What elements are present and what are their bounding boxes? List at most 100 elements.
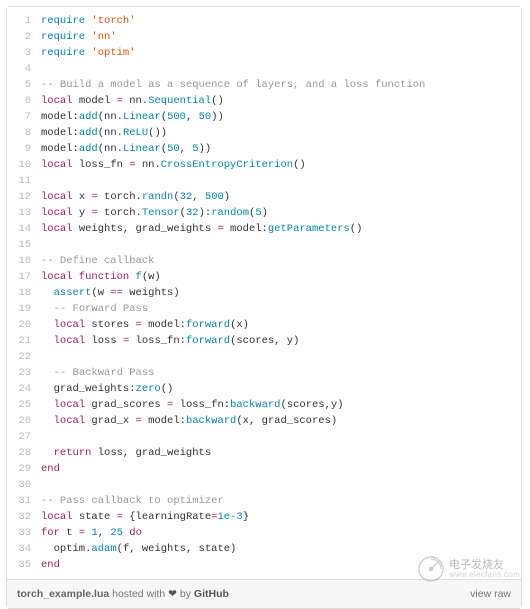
line-number: 34 [7, 541, 41, 557]
filename-link[interactable]: torch_example.lua [17, 588, 109, 600]
code-line: 23 -- Backward Pass [7, 365, 521, 381]
code-line: 26 local grad_x = model:backward(x, grad… [7, 413, 521, 429]
code-line: 16-- Define callback [7, 253, 521, 269]
code-line: 31-- Pass callback to optimizer [7, 493, 521, 509]
line-content: local y = torch.Tensor(32):random(5) [41, 205, 268, 221]
line-content: -- Pass callback to optimizer [41, 493, 224, 509]
line-number: 3 [7, 45, 41, 61]
line-content: -- Forward Pass [41, 301, 148, 317]
code-line: 6local model = nn.Sequential() [7, 93, 521, 109]
heart-icon: ❤ [168, 588, 177, 600]
line-number: 4 [7, 61, 41, 77]
line-content: -- Define callback [41, 253, 154, 269]
line-number: 26 [7, 413, 41, 429]
line-content: end [41, 557, 60, 573]
code-line: 10local loss_fn = nn.CrossEntropyCriteri… [7, 157, 521, 173]
code-line: 12local x = torch.randn(32, 500) [7, 189, 521, 205]
line-number: 28 [7, 445, 41, 461]
code-area: 1require 'torch'2require 'nn'3require 'o… [7, 7, 521, 579]
line-number: 1 [7, 13, 41, 29]
line-content: local model = nn.Sequential() [41, 93, 224, 109]
line-content: end [41, 461, 60, 477]
line-content: return loss, grad_weights [41, 445, 211, 461]
github-link[interactable]: GitHub [194, 588, 229, 600]
code-line: 3require 'optim' [7, 45, 521, 61]
code-line: 29end [7, 461, 521, 477]
line-content: local stores = model:forward(x) [41, 317, 249, 333]
code-line: 11 [7, 173, 521, 189]
line-content: local state = {learningRate=1e-3} [41, 509, 249, 525]
line-number: 5 [7, 77, 41, 93]
code-line: 33for t = 1, 25 do [7, 525, 521, 541]
line-content: grad_weights:zero() [41, 381, 173, 397]
line-number: 27 [7, 429, 41, 445]
code-line: 8model:add(nn.ReLU()) [7, 125, 521, 141]
line-number: 7 [7, 109, 41, 125]
code-line: 35end [7, 557, 521, 573]
code-line: 21 local loss = loss_fn:forward(scores, … [7, 333, 521, 349]
line-number: 17 [7, 269, 41, 285]
line-content: model:add(nn.Linear(500, 50)) [41, 109, 224, 125]
line-content: optim.adam(f, weights, state) [41, 541, 236, 557]
line-content: local loss_fn = nn.CrossEntropyCriterion… [41, 157, 306, 173]
line-number: 15 [7, 237, 41, 253]
line-content: assert(w == weights) [41, 285, 180, 301]
code-line: 15 [7, 237, 521, 253]
line-content: model:add(nn.ReLU()) [41, 125, 167, 141]
code-line: 5-- Build a model as a sequence of layer… [7, 77, 521, 93]
code-line: 25 local grad_scores = loss_fn:backward(… [7, 397, 521, 413]
code-line: 19 -- Forward Pass [7, 301, 521, 317]
line-number: 11 [7, 173, 41, 189]
code-line: 34 optim.adam(f, weights, state) [7, 541, 521, 557]
line-content: require 'optim' [41, 45, 136, 61]
line-content: local function f(w) [41, 269, 161, 285]
line-content: local x = torch.randn(32, 500) [41, 189, 230, 205]
line-content: local loss = loss_fn:forward(scores, y) [41, 333, 299, 349]
line-content: local grad_scores = loss_fn:backward(sco… [41, 397, 344, 413]
code-line: 4 [7, 61, 521, 77]
line-number: 29 [7, 461, 41, 477]
view-raw-link[interactable]: view raw [470, 588, 511, 600]
code-line: 9model:add(nn.Linear(50, 5)) [7, 141, 521, 157]
code-line: 28 return loss, grad_weights [7, 445, 521, 461]
line-number: 22 [7, 349, 41, 365]
code-line: 1require 'torch' [7, 13, 521, 29]
code-line: 20 local stores = model:forward(x) [7, 317, 521, 333]
line-content: model:add(nn.Linear(50, 5)) [41, 141, 211, 157]
line-number: 23 [7, 365, 41, 381]
line-number: 35 [7, 557, 41, 573]
line-number: 30 [7, 477, 41, 493]
line-number: 12 [7, 189, 41, 205]
line-number: 21 [7, 333, 41, 349]
code-line: 13local y = torch.Tensor(32):random(5) [7, 205, 521, 221]
code-line: 17local function f(w) [7, 269, 521, 285]
line-number: 8 [7, 125, 41, 141]
line-content: local weights, grad_weights = model:getP… [41, 221, 362, 237]
line-content: local grad_x = model:backward(x, grad_sc… [41, 413, 337, 429]
line-number: 19 [7, 301, 41, 317]
gist-footer: torch_example.lua hosted with ❤ by GitHu… [7, 579, 521, 608]
code-line: 7model:add(nn.Linear(500, 50)) [7, 109, 521, 125]
code-line: 27 [7, 429, 521, 445]
line-number: 31 [7, 493, 41, 509]
line-number: 18 [7, 285, 41, 301]
footer-left: torch_example.lua hosted with ❤ by GitHu… [17, 588, 229, 600]
line-number: 16 [7, 253, 41, 269]
line-number: 9 [7, 141, 41, 157]
code-line: 14local weights, grad_weights = model:ge… [7, 221, 521, 237]
line-content: -- Build a model as a sequence of layers… [41, 77, 425, 93]
line-number: 25 [7, 397, 41, 413]
code-line: 30 [7, 477, 521, 493]
line-number: 20 [7, 317, 41, 333]
line-number: 13 [7, 205, 41, 221]
code-line: 2require 'nn' [7, 29, 521, 45]
by-text: by [177, 588, 194, 600]
code-line: 18 assert(w == weights) [7, 285, 521, 301]
line-number: 24 [7, 381, 41, 397]
line-content: -- Backward Pass [41, 365, 154, 381]
code-line: 32local state = {learningRate=1e-3} [7, 509, 521, 525]
hosted-text: hosted with [109, 588, 168, 600]
code-line: 24 grad_weights:zero() [7, 381, 521, 397]
line-content: require 'torch' [41, 13, 136, 29]
line-number: 33 [7, 525, 41, 541]
